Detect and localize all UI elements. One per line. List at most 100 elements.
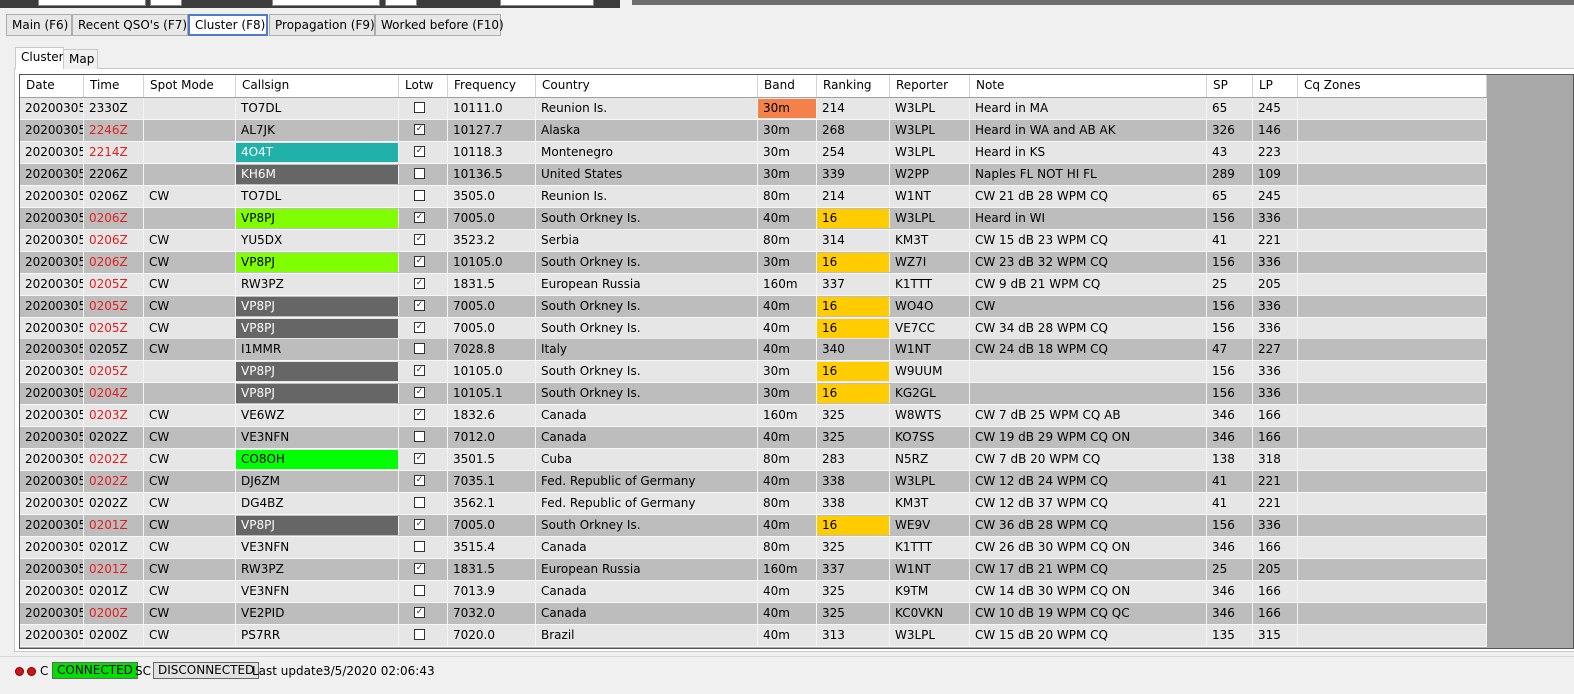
cell-cq-zones [1298,141,1487,163]
lotw-checkbox[interactable]: ✓ [414,387,425,399]
tab-worked-before[interactable]: Worked before (F10) [375,14,504,36]
col-header-lp[interactable]: LP [1253,75,1298,97]
table-row[interactable]: 20200305 0201Z CW VE3NFN 7013.9 Canada 40m 325 K… [20,580,1487,603]
lotw-checkbox[interactable] [414,628,425,640]
col-header-band[interactable]: Band [758,75,817,97]
table-row[interactable]: 20200305 0202Z CW DJ6ZM ✓ 7035.1 Fed. Republic… [20,471,1487,494]
col-header-country[interactable]: Country [536,75,758,97]
lotw-checkbox[interactable]: ✓ [414,255,425,267]
lotw-checkbox[interactable] [414,189,425,201]
table-row[interactable]: 20200305 0205Z CW VP8PJ ✓ 7005.0 South Orkney … [20,295,1487,318]
lotw-checkbox[interactable]: ✓ [414,233,425,245]
col-header-ranking[interactable]: Ranking [817,75,890,97]
lotw-checkbox[interactable]: ✓ [414,145,425,157]
subtab-map[interactable]: Map [63,49,98,69]
table-row[interactable]: 20200305 0206Z CW TO7DL 3505.0 Reunion Is. 80m… [20,185,1487,208]
toolbar-input-5[interactable] [500,0,594,6]
table-row[interactable]: 20200305 0201Z CW VE3NFN 3515.4 Canada 80m 325 K… [20,537,1487,559]
cell-reporter: W3LPL [890,119,970,141]
table-row[interactable]: 20200305 2246Z AL7JK ✓ 10127.7 Alaska 30m 268 W3… [20,119,1487,142]
cell-lp: 221 [1253,471,1298,493]
table-row[interactable]: 20200305 0206Z CW YU5DX ✓ 3523.2 Serbia 80m 314 K… [20,229,1487,252]
cell-ranking: 325 [817,602,890,624]
table-row[interactable]: 20200305 0206Z VP8PJ ✓ 7005.0 South Orkney Is… [20,207,1487,230]
cluster-sc-label: SC [135,664,151,678]
lotw-checkbox[interactable]: ✓ [414,475,425,487]
disconnected-badge[interactable]: DISCONNECTED [153,662,260,679]
toolbar-input-2[interactable] [150,0,182,6]
cell-date: 20200305 [20,471,84,493]
col-header-cq-zones[interactable]: Cq Zones [1298,75,1487,97]
col-header-note[interactable]: Note [970,75,1207,97]
cell-lp: 166 [1253,602,1298,624]
cell-lp: 336 [1253,317,1298,339]
table-row[interactable]: 20200305 0201Z CW RW3PZ ✓ 1831.5 European Russ… [20,558,1487,581]
col-header-frequency[interactable]: Frequency [448,75,536,97]
lotw-checkbox[interactable] [414,497,425,509]
cell-lotw: ✓ [399,207,448,229]
lotw-checkbox[interactable]: ✓ [414,409,425,421]
col-header-callsign[interactable]: Callsign [236,75,399,97]
lotw-checkbox[interactable]: ✓ [414,453,425,465]
table-row[interactable]: 20200305 0200Z CW VE2PID ✓ 7032.0 Canada 40m 325… [20,602,1487,625]
tab-propagation[interactable]: Propagation (F9) [269,14,375,36]
lotw-checkbox[interactable]: ✓ [414,299,425,311]
lotw-checkbox[interactable] [414,102,425,113]
tab-cluster[interactable]: Cluster (F8) [188,14,268,36]
lotw-checkbox[interactable] [414,167,425,179]
col-header-sp[interactable]: SP [1207,75,1253,97]
cell-callsign: VP8PJ [236,318,399,338]
cell-ranking: 325 [817,537,890,558]
table-row[interactable]: 20200305 0200Z CW PS7RR 7020.0 Brazil 40m 313 W3… [20,624,1487,647]
cell-callsign: TO7DL [236,185,399,207]
table-row[interactable]: 20200305 0206Z CW VP8PJ ✓ 10105.0 South Orkney… [20,251,1487,274]
col-header-date[interactable]: Date [20,75,84,97]
connected-badge[interactable]: CONNECTED [52,662,138,679]
lotw-checkbox[interactable]: ✓ [414,562,425,574]
lotw-checkbox[interactable]: ✓ [414,211,425,223]
col-header-spot-mode[interactable]: Spot Mode [144,75,236,97]
col-header-time[interactable]: Time [84,75,144,97]
tab-recent-qsos[interactable]: Recent QSO's (F7) [72,14,188,36]
toolbar-input-4[interactable] [385,0,417,6]
lotw-checkbox[interactable]: ✓ [414,123,425,135]
subtab-cluster[interactable]: Cluster [15,47,64,69]
tab-main[interactable]: Main (F6) [6,14,72,36]
cell-date: 20200305 [20,515,84,537]
toolbar-input-3[interactable] [272,0,380,6]
cell-ranking: 325 [817,580,890,602]
lotw-checkbox[interactable] [414,343,425,355]
lotw-checkbox[interactable]: ✓ [414,606,425,618]
table-row[interactable]: 20200305 0202Z CW CO8OH ✓ 3501.5 Cuba 80m 283 N5R… [20,449,1487,472]
cell-cq-zones [1298,515,1487,537]
cell-spot-mode: CW [144,229,236,251]
toolbar-input-1[interactable] [38,0,146,6]
lotw-checkbox[interactable] [414,431,425,443]
table-row[interactable]: 20200305 2214Z 4O4T ✓ 10118.3 Montenegro 30m 25… [20,141,1487,164]
lotw-checkbox[interactable]: ✓ [414,277,425,289]
cell-cq-zones [1298,405,1487,427]
table-row[interactable]: 20200305 0202Z CW DG4BZ 3562.1 Fed. Republic … [20,493,1487,516]
cell-reporter: W3LPL [890,141,970,163]
lotw-checkbox[interactable] [414,541,425,552]
cell-time: 0205Z [84,339,144,361]
cell-time: 0201Z [84,515,144,537]
col-header-lotw[interactable]: Lotw [399,75,448,97]
table-row[interactable]: 20200305 0205Z VP8PJ ✓ 10105.0 South Orkney I… [20,361,1487,384]
lotw-checkbox[interactable]: ✓ [414,321,425,333]
cell-country: Fed. Republic of Germany [536,471,758,493]
table-row[interactable]: 20200305 0203Z CW VE6WZ ✓ 1832.6 Canada 160m 325… [20,405,1487,428]
table-row[interactable]: 20200305 0205Z CW VP8PJ ✓ 7005.0 South Orkney … [20,317,1487,340]
lotw-checkbox[interactable]: ✓ [414,519,425,531]
table-row[interactable]: 20200305 0201Z CW VP8PJ ✓ 7005.0 South Orkney … [20,515,1487,538]
table-row[interactable]: 20200305 2206Z KH6M 10136.5 United States 30m… [20,163,1487,186]
table-row[interactable]: 20200305 0205Z CW RW3PZ ✓ 1831.5 European Russ… [20,273,1487,296]
col-header-reporter[interactable]: Reporter [890,75,970,97]
table-row[interactable]: 20200305 2330Z TO7DL 10111.0 Reunion Is. 30m 2… [20,98,1487,120]
lotw-checkbox[interactable]: ✓ [414,365,425,377]
table-row[interactable]: 20200305 0204Z VP8PJ ✓ 10105.1 South Orkney I… [20,383,1487,406]
cell-date: 20200305 [20,449,84,471]
table-row[interactable]: 20200305 0205Z CW I1MMR 7028.8 Italy 40m 340 W1N… [20,339,1487,362]
table-row[interactable]: 20200305 0202Z CW VE3NFN 7012.0 Canada 40m 325 K… [20,427,1487,450]
lotw-checkbox[interactable] [414,584,425,596]
